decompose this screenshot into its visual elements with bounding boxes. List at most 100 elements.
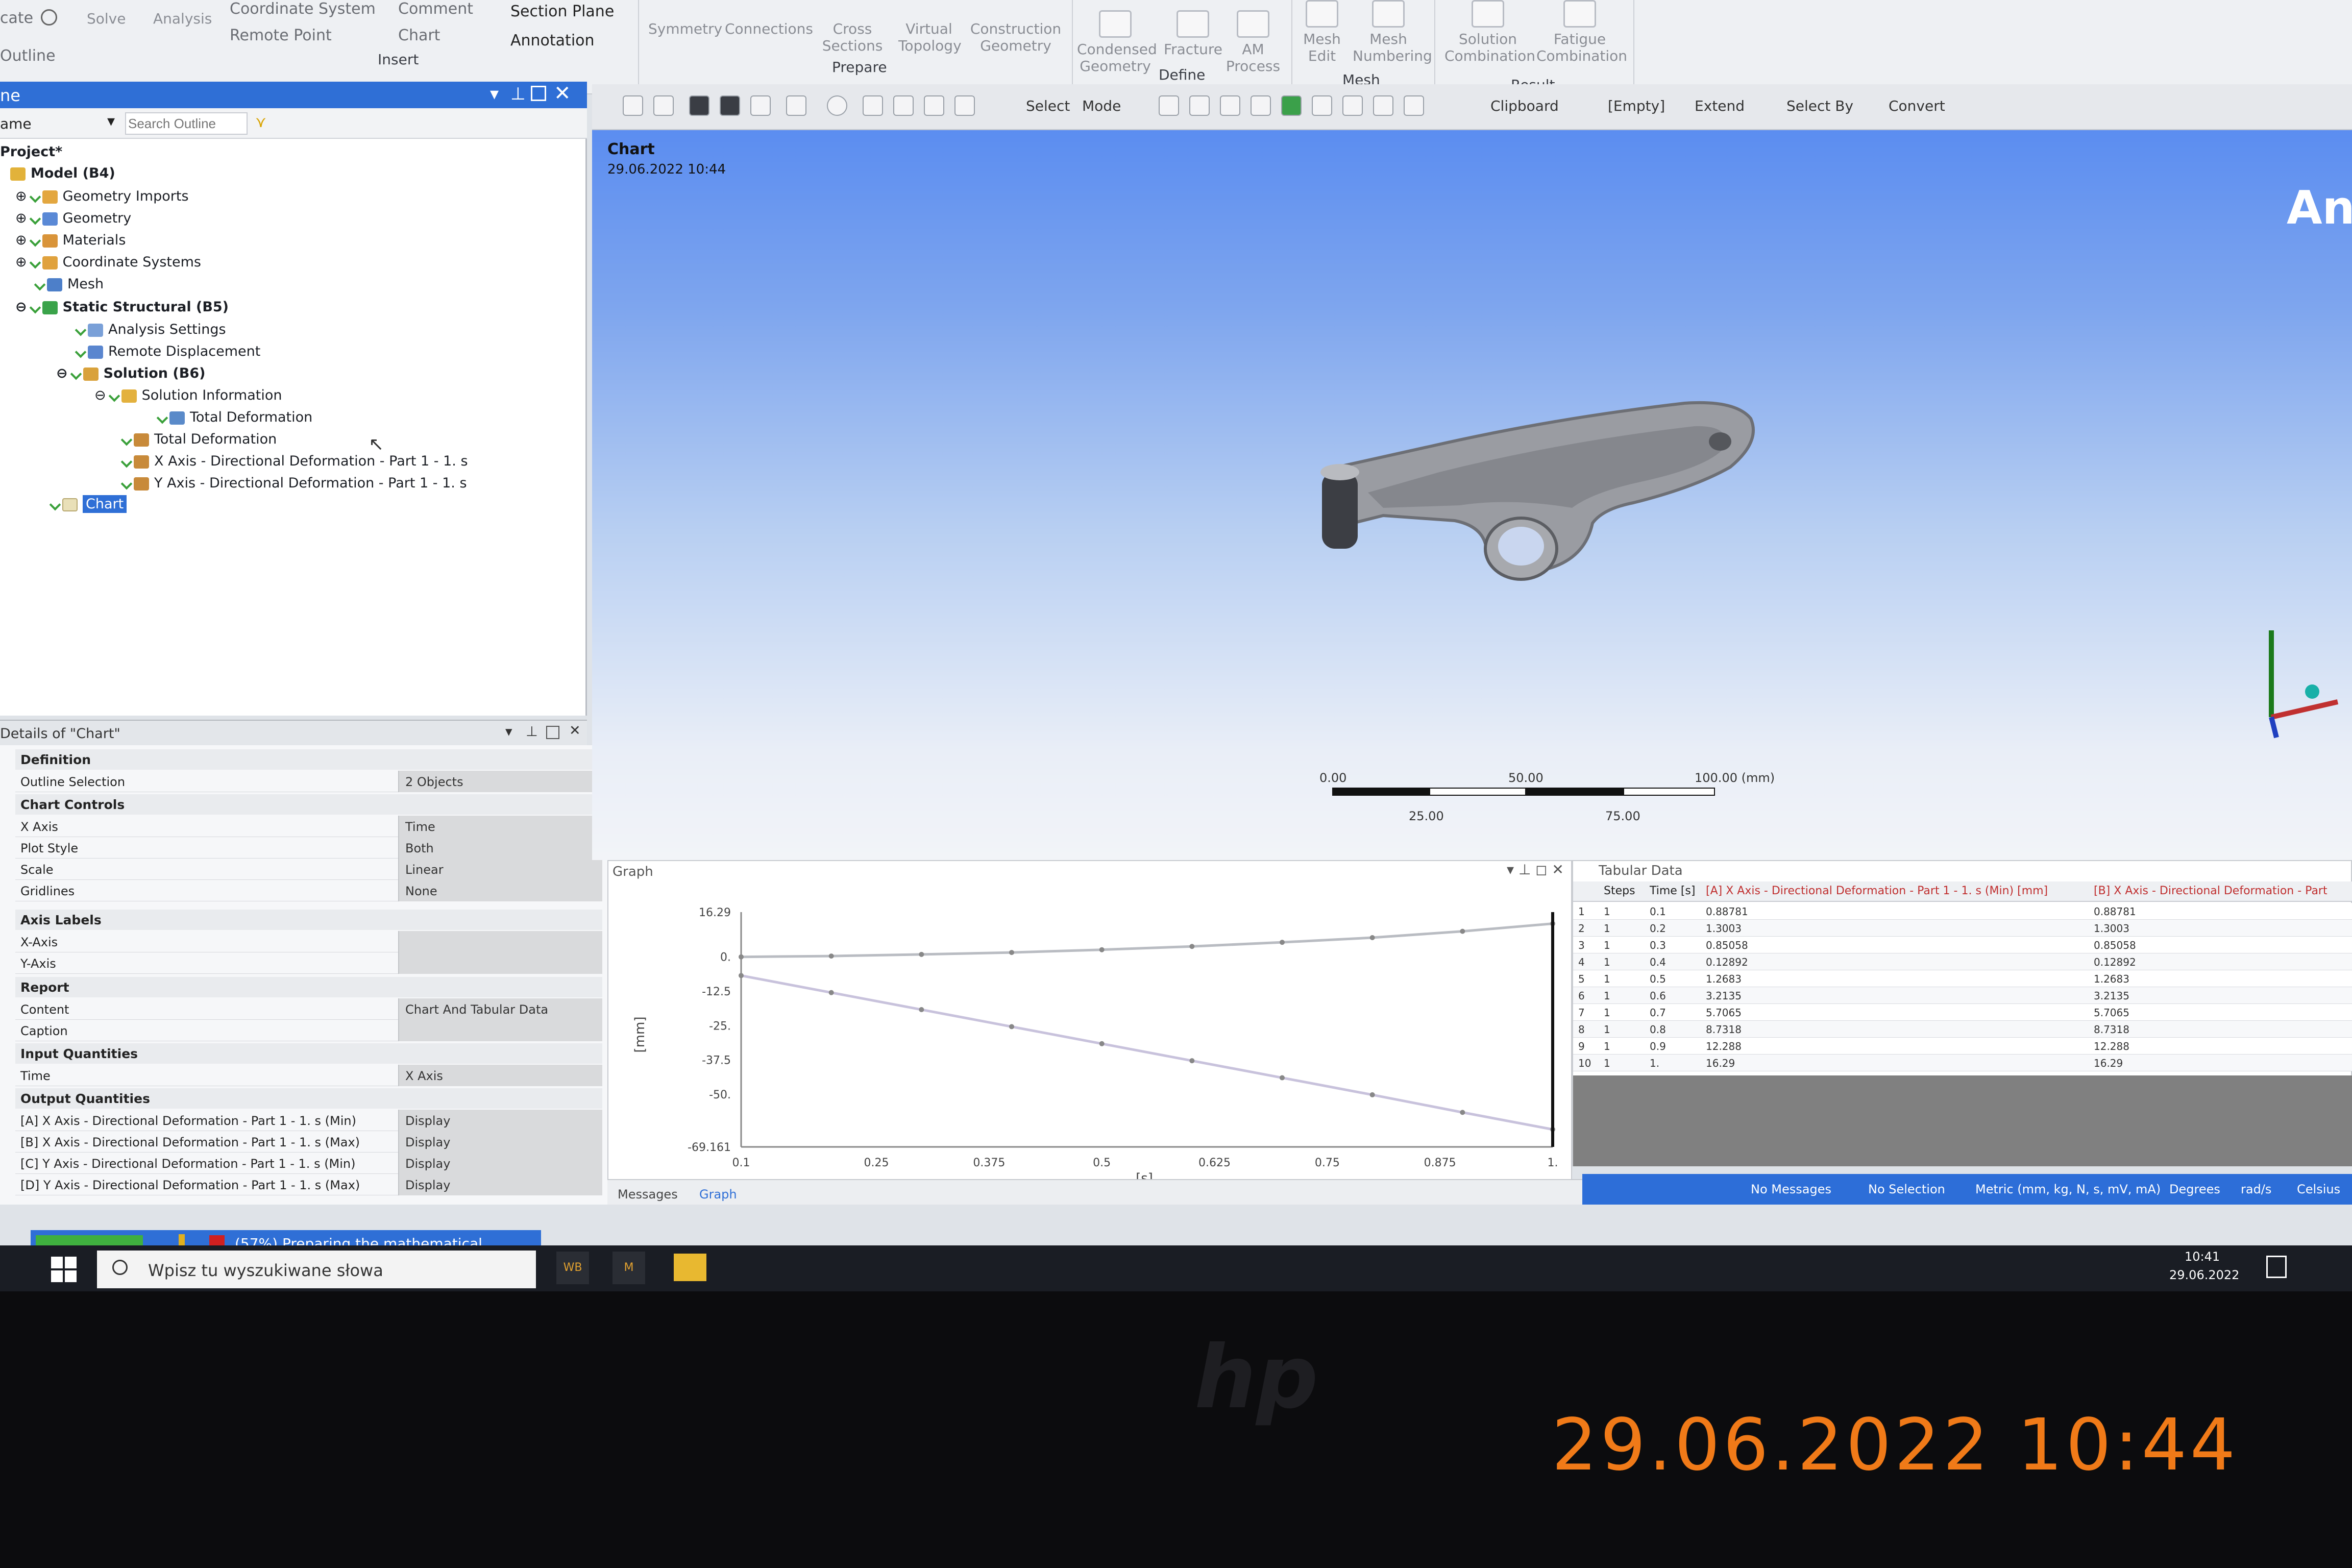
- details-row-caption[interactable]: Caption: [15, 1020, 602, 1041]
- tree-item-model[interactable]: Model (B4): [10, 163, 115, 184]
- expand-icon[interactable]: ⊕: [15, 254, 27, 270]
- graphics-viewport[interactable]: Chart 29.06.2022 10:44 An 0.00 50.00 100…: [592, 130, 2352, 860]
- am-process-button[interactable]: AM Process: [1225, 10, 1281, 75]
- windows-start-icon[interactable]: [51, 1257, 77, 1282]
- convert-button[interactable]: Convert: [1889, 97, 1945, 114]
- details-row-time[interactable]: Time X Axis: [15, 1065, 602, 1086]
- tree-item-remote-displacement[interactable]: Remote Displacement: [75, 341, 260, 362]
- select-button[interactable]: Select: [1026, 97, 1070, 114]
- column-header[interactable]: [B] X Axis - Directional Deformation - P…: [2094, 885, 2349, 897]
- pin-icon[interactable]: ⊥: [510, 84, 526, 104]
- select-face-icon[interactable]: [1220, 95, 1240, 116]
- fit-icon[interactable]: [786, 95, 806, 116]
- messages-tab[interactable]: Messages: [618, 1187, 678, 1202]
- collapse-icon[interactable]: ⊖: [94, 387, 106, 403]
- details-row-scale[interactable]: Scale Linear: [15, 859, 602, 880]
- magnifier-icon[interactable]: [954, 95, 975, 116]
- details-value[interactable]: None: [398, 880, 602, 901]
- clipboard-button[interactable]: Clipboard: [1490, 97, 1559, 114]
- collapse-icon[interactable]: ⊖: [15, 299, 27, 315]
- expand-icon[interactable]: ⊕: [15, 210, 27, 226]
- pan-icon[interactable]: [863, 95, 883, 116]
- rotate-icon[interactable]: [827, 95, 847, 116]
- pin-icon[interactable]: ⊥: [526, 724, 538, 740]
- details-value[interactable]: Display: [398, 1131, 602, 1153]
- table-row[interactable]: 9 1 0.9 12.288 12.288: [1573, 1038, 2352, 1055]
- coordinate-system-button[interactable]: Coordinate System: [230, 0, 376, 18]
- select-vertex-icon[interactable]: [1159, 95, 1179, 116]
- select-box-icon[interactable]: [1373, 95, 1393, 116]
- fracture-button[interactable]: Fracture: [1164, 10, 1222, 58]
- workbench-app-icon[interactable]: WB: [556, 1252, 589, 1284]
- zoom-in-icon[interactable]: [623, 95, 643, 116]
- table-row[interactable]: 6 1 0.6 3.2135 3.2135: [1573, 987, 2352, 1004]
- details-row-y-axis-label[interactable]: Y-Axis: [15, 952, 602, 974]
- table-row[interactable]: 3 1 0.3 0.85058 0.85058: [1573, 937, 2352, 953]
- details-value[interactable]: Both: [398, 837, 602, 859]
- taskbar-search-box[interactable]: Wpisz tu wyszukiwane słowa: [97, 1251, 536, 1288]
- details-value[interactable]: Display: [398, 1110, 602, 1131]
- maximize-icon[interactable]: [531, 86, 546, 101]
- annotation-button[interactable]: Annotation: [510, 32, 595, 50]
- expand-icon[interactable]: ⊕: [15, 188, 27, 204]
- comment-button[interactable]: Comment: [398, 0, 473, 18]
- zoom-box-icon[interactable]: [893, 95, 914, 116]
- wireframe-icon[interactable]: [750, 95, 771, 116]
- connections-button[interactable]: Connections: [725, 20, 813, 37]
- units-status[interactable]: Metric (mm, kg, N, s, mV, mA): [1975, 1182, 2161, 1196]
- graph-plot[interactable]: 16.29 0. -12.5 -25. -37.5 -50. -69.161 0.1 0.25…: [608, 881, 1573, 1188]
- details-value[interactable]: 2 Objects: [398, 771, 602, 792]
- mode-button[interactable]: Mode: [1082, 97, 1121, 114]
- details-value[interactable]: [398, 952, 602, 974]
- maximize-icon[interactable]: [546, 726, 559, 739]
- expand-icon[interactable]: ⊕: [15, 232, 27, 248]
- tree-item-materials[interactable]: ⊕ Materials: [15, 230, 126, 251]
- close-icon[interactable]: ✕: [569, 723, 581, 739]
- column-header[interactable]: Steps: [1604, 885, 1635, 897]
- cross-sections-button[interactable]: Cross Sections: [817, 20, 888, 54]
- select-by-button[interactable]: Select By: [1786, 97, 1853, 114]
- notification-icon[interactable]: [2266, 1256, 2287, 1278]
- column-header[interactable]: [A] X Axis - Directional Deformation - P…: [1706, 885, 2084, 897]
- details-row-x-axis[interactable]: X Axis Time: [15, 816, 602, 837]
- details-value[interactable]: Time: [398, 816, 602, 837]
- select-body-icon[interactable]: [1251, 95, 1271, 116]
- select-paint-icon[interactable]: [1404, 95, 1424, 116]
- mesh-numbering-button[interactable]: Mesh Numbering: [1353, 0, 1432, 64]
- solve-button[interactable]: Solve: [87, 10, 126, 27]
- mesh-edit-button[interactable]: Mesh Edit: [1296, 0, 1348, 64]
- tree-item-total-deformation-tracker[interactable]: Total Deformation: [156, 407, 312, 428]
- virtual-topology-button[interactable]: Virtual Topology: [898, 20, 962, 54]
- tree-item-analysis-settings[interactable]: Analysis Settings: [75, 320, 226, 340]
- details-row-output-b[interactable]: [B] X Axis - Directional Deformation - P…: [15, 1131, 602, 1153]
- table-row[interactable]: 7 1 0.7 5.7065 5.7065: [1573, 1004, 2352, 1021]
- details-row-outline-selection[interactable]: Outline Selection 2 Objects: [15, 771, 602, 792]
- tree-item-solution[interactable]: ⊖ Solution (B6): [56, 363, 205, 384]
- clock-date[interactable]: 29.06.2022: [2169, 1268, 2239, 1282]
- column-header[interactable]: Time [s]: [1650, 885, 1695, 897]
- fatigue-combination-button[interactable]: Fatigue Combination: [1536, 0, 1627, 64]
- tree-item-y-axis-deformation[interactable]: Y Axis - Directional Deformation - Part …: [120, 473, 467, 494]
- tree-item-solution-information[interactable]: ⊖ Solution Information: [94, 385, 282, 406]
- tree-item-geometry[interactable]: ⊕ Geometry: [15, 208, 131, 229]
- mechanical-app-icon[interactable]: M: [612, 1252, 645, 1284]
- triad-axis-icon[interactable]: [2251, 615, 2343, 748]
- select-edge-icon[interactable]: [1189, 95, 1210, 116]
- file-explorer-icon[interactable]: [674, 1254, 706, 1281]
- shaded-view-icon[interactable]: [720, 95, 740, 116]
- dropdown-icon[interactable]: ▾: [505, 724, 512, 740]
- select-mesh-icon[interactable]: [1342, 95, 1363, 116]
- table-row[interactable]: 1 1 0.1 0.88781 0.88781: [1573, 903, 2352, 920]
- search-outline-input[interactable]: [125, 112, 248, 135]
- tree-item-geometry-imports[interactable]: ⊕ Geometry Imports: [15, 186, 189, 207]
- details-row-content[interactable]: Content Chart And Tabular Data: [15, 998, 602, 1020]
- construction-geometry-button[interactable]: Construction Geometry: [970, 20, 1062, 54]
- search-icon[interactable]: [41, 9, 57, 26]
- details-value[interactable]: X Axis: [398, 1065, 602, 1086]
- symmetry-button[interactable]: Symmetry: [648, 20, 722, 37]
- details-value[interactable]: Chart And Tabular Data: [398, 998, 602, 1020]
- table-row[interactable]: 5 1 0.5 1.2683 1.2683: [1573, 970, 2352, 987]
- select-node-icon[interactable]: [1312, 95, 1332, 116]
- tree-item-chart[interactable]: Chart: [49, 494, 127, 514]
- collapse-icon[interactable]: ⊖: [56, 365, 68, 381]
